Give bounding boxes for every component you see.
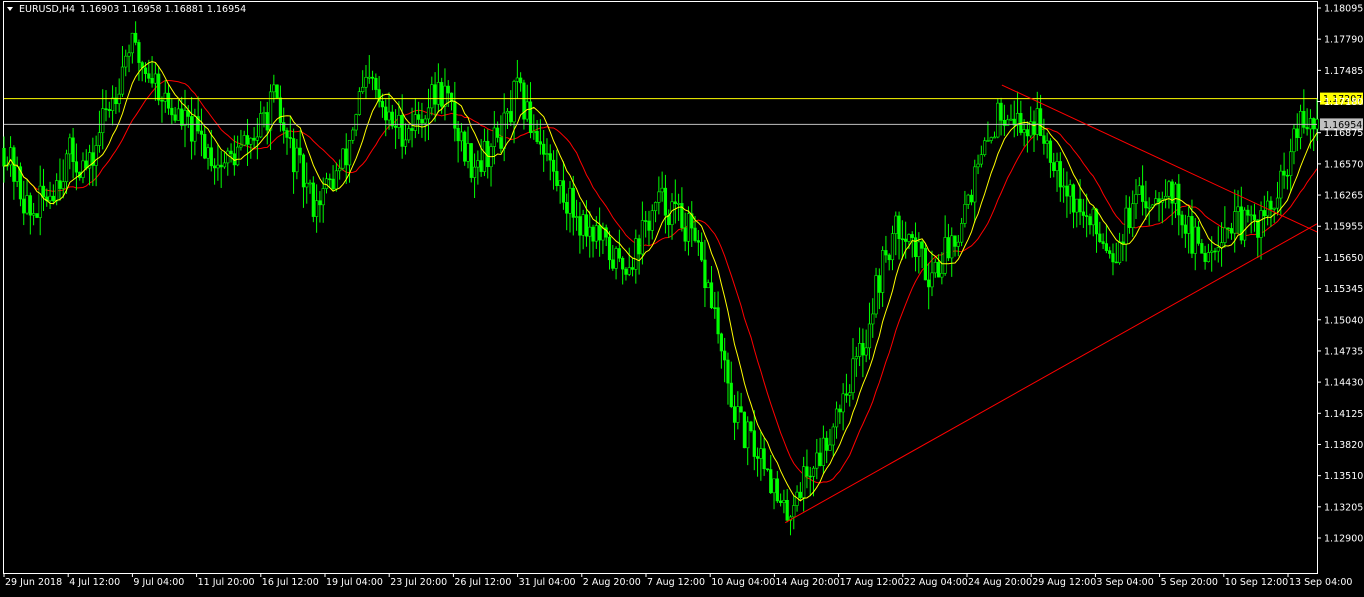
- y-tick-label: 1.13205: [1324, 502, 1363, 513]
- x-tick-label: 29 Aug 12:00: [1032, 577, 1096, 588]
- candle: [874, 267, 878, 318]
- candle: [35, 213, 39, 219]
- y-tick-label: 1.14430: [1324, 378, 1363, 389]
- x-tick-label: 7 Aug 12:00: [647, 577, 705, 588]
- symbol-label: EURUSD,H4: [19, 4, 75, 15]
- x-tick-label: 10 Aug 04:00: [711, 577, 775, 588]
- candle: [341, 148, 345, 171]
- x-tick-label: 29 Jun 2018: [5, 577, 62, 588]
- candle: [463, 130, 467, 166]
- x-tick-label: 31 Jul 04:00: [519, 577, 576, 588]
- y-tick-label: 1.14735: [1324, 346, 1363, 357]
- y-tick-label: 1.15345: [1324, 284, 1363, 295]
- y-tick-label: 1.15955: [1324, 222, 1363, 233]
- x-tick-label: 5 Sep 20:00: [1161, 577, 1218, 588]
- ohlc-readout: 1.16903 1.16958 1.16881 1.16954: [80, 4, 246, 15]
- candle: [742, 411, 747, 449]
- x-tick-label: 10 Sep 12:00: [1225, 577, 1288, 588]
- x-tick-label: 3 Sep 04:00: [1096, 577, 1153, 588]
- x-tick-label: 23 Jul 20:00: [390, 577, 447, 588]
- y-tick-label: 1.13510: [1324, 471, 1363, 482]
- x-tick-label: 11 Jul 20:00: [198, 577, 255, 588]
- candle: [749, 420, 753, 433]
- x-tick-label: 22 Aug 04:00: [904, 577, 968, 588]
- x-tick-label: 26 Jul 12:00: [454, 577, 511, 588]
- y-tick-label: 1.18095: [1324, 4, 1363, 15]
- y-tick-label: 1.16875: [1324, 128, 1363, 139]
- candle: [923, 243, 928, 281]
- x-tick-label: 2 Aug 20:00: [583, 577, 641, 588]
- y-tick-label: 1.17180: [1324, 97, 1363, 108]
- x-tick-label: 19 Jul 04:00: [326, 577, 383, 588]
- y-tick-label: 1.12900: [1324, 534, 1363, 545]
- x-tick-label: 17 Aug 12:00: [840, 577, 904, 588]
- chart-background: [0, 0, 1364, 597]
- candle: [996, 98, 1000, 139]
- candle: [275, 84, 279, 99]
- y-tick-label: 1.16570: [1324, 159, 1363, 170]
- y-tick-label: 1.13820: [1324, 440, 1363, 451]
- y-tick-label: 1.17790: [1324, 35, 1363, 46]
- x-tick-label: 14 Aug 20:00: [775, 577, 839, 588]
- y-tick-label: 1.15650: [1324, 253, 1363, 264]
- candle: [311, 176, 315, 223]
- x-tick-label: 16 Jul 12:00: [262, 577, 319, 588]
- y-tick-label: 1.17485: [1324, 66, 1363, 77]
- y-tick-label: 1.15040: [1324, 315, 1363, 326]
- x-tick-label: 4 Jul 12:00: [69, 577, 120, 588]
- x-tick-label: 13 Sep 04:00: [1289, 577, 1352, 588]
- candle: [469, 143, 473, 183]
- price-chart[interactable]: EURUSD,H4 1.16903 1.16958 1.16881 1.1695…: [0, 0, 1364, 597]
- chart-canvas[interactable]: EURUSD,H4 1.16903 1.16958 1.16881 1.1695…: [0, 0, 1364, 597]
- x-tick-label: 24 Aug 20:00: [968, 577, 1032, 588]
- candle: [357, 87, 361, 116]
- y-tick-label: 1.14125: [1324, 409, 1363, 420]
- y-tick-label: 1.16265: [1324, 191, 1363, 202]
- x-tick-label: 9 Jul 04:00: [133, 577, 184, 588]
